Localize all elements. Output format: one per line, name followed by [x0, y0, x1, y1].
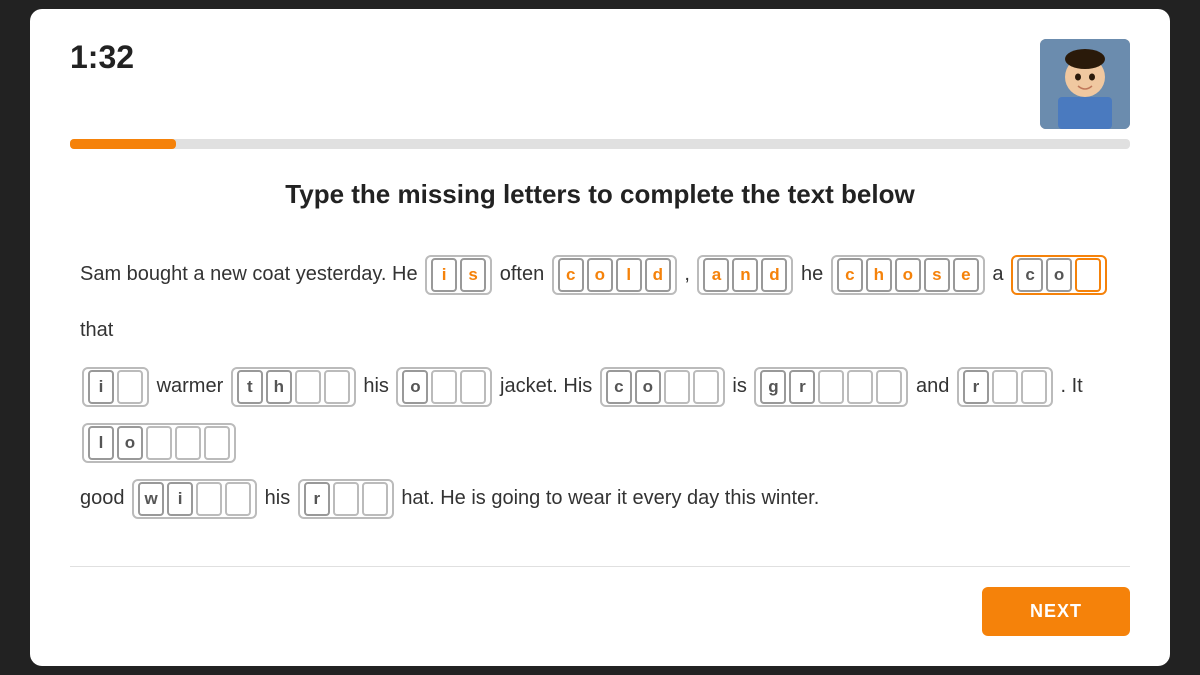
letter-h: h	[266, 370, 292, 404]
letter-i2: i	[88, 370, 114, 404]
letter-o3: o	[402, 370, 428, 404]
letter-t: t	[237, 370, 263, 404]
letter-l2: l	[88, 426, 114, 460]
timer-display: 1:32	[70, 39, 134, 76]
input-blank-15[interactable]	[175, 426, 201, 460]
letter-o2: o	[1046, 258, 1072, 292]
letter-ho: h	[866, 258, 892, 292]
letter-l: l	[616, 258, 642, 292]
letter-w: w	[138, 482, 164, 516]
letter-d: d	[645, 258, 671, 292]
letter-o5: o	[117, 426, 143, 460]
word-lo-blank: l o	[82, 423, 236, 463]
he-text: he	[801, 263, 829, 285]
letter-ch: c	[837, 258, 863, 292]
warmer-text: warmer	[157, 375, 229, 397]
letter-oo: o	[895, 258, 921, 292]
input-blank-8[interactable]	[693, 370, 719, 404]
input-blank-10[interactable]	[847, 370, 873, 404]
text-content: Sam bought a new coat yesterday. He i s …	[70, 246, 1130, 526]
input-blank-12[interactable]	[992, 370, 1018, 404]
word-r-blank: r	[957, 367, 1053, 407]
often-text: often	[500, 263, 550, 285]
letter-r3: r	[304, 482, 330, 516]
input-blank-13[interactable]	[1021, 370, 1047, 404]
letter-r: r	[789, 370, 815, 404]
his-text-1: his	[363, 375, 394, 397]
word-co-blank2: c o	[600, 367, 725, 407]
input-blank-4[interactable]	[324, 370, 350, 404]
letter-s: s	[460, 258, 486, 292]
main-card: 1:32 Type the missing letters to complet…	[30, 9, 1170, 666]
input-blank-5[interactable]	[431, 370, 457, 404]
input-blank-11[interactable]	[876, 370, 902, 404]
jacket-text: jacket. His	[500, 375, 598, 397]
word-o-blank: o	[396, 367, 492, 407]
line1-prefix: Sam bought a new coat yesterday. He	[80, 263, 423, 285]
letter-a: a	[703, 258, 729, 292]
input-blank-7[interactable]	[664, 370, 690, 404]
word-co-blank: c o	[1011, 255, 1107, 295]
input-blank-18[interactable]	[225, 482, 251, 516]
input-blank-17[interactable]	[196, 482, 222, 516]
and2-text: and	[916, 375, 955, 397]
bottom-row: NEXT	[70, 587, 1130, 636]
header-row: 1:32	[70, 39, 1130, 129]
divider	[70, 566, 1130, 567]
input-blank-2[interactable]	[117, 370, 143, 404]
input-blank-3[interactable]	[295, 370, 321, 404]
word-chose: c h o s e	[831, 255, 985, 295]
input-blank-14[interactable]	[146, 426, 172, 460]
it-text: . It	[1060, 375, 1082, 397]
input-blank-6[interactable]	[460, 370, 486, 404]
avatar	[1040, 39, 1130, 129]
letter-i3: i	[167, 482, 193, 516]
word-wi-blank: w i	[132, 479, 257, 519]
letter-c2: c	[1017, 258, 1043, 292]
progress-bar-fill	[70, 139, 176, 149]
good-text: good	[80, 487, 130, 509]
his-text-2: his	[265, 487, 296, 509]
instructions-text: Type the missing letters to complete the…	[70, 179, 1130, 210]
next-button[interactable]: NEXT	[982, 587, 1130, 636]
progress-bar-container	[70, 139, 1130, 149]
letter-i: i	[431, 258, 457, 292]
letter-c1: c	[558, 258, 584, 292]
that-text: that	[80, 319, 113, 341]
input-blank-9[interactable]	[818, 370, 844, 404]
input-blank-16[interactable]	[204, 426, 230, 460]
letter-r2: r	[963, 370, 989, 404]
comma-text: ,	[684, 263, 695, 285]
word-r2-blank: r	[298, 479, 394, 519]
input-blank-20[interactable]	[362, 482, 388, 516]
line3-suffix: hat. He is going to wear it every day th…	[401, 487, 819, 509]
letter-e: e	[953, 258, 979, 292]
input-blank-19[interactable]	[333, 482, 359, 516]
word-i-blank: i	[82, 367, 149, 407]
word-and: a n d	[697, 255, 793, 295]
letter-c3: c	[606, 370, 632, 404]
is-text: is	[732, 375, 752, 397]
word-cold: c o l d	[552, 255, 677, 295]
word-th-blank: t h	[231, 367, 356, 407]
letter-n: n	[732, 258, 758, 292]
letter-se: s	[924, 258, 950, 292]
letter-g: g	[760, 370, 786, 404]
a-text: a	[992, 263, 1009, 285]
word-is: i s	[425, 255, 492, 295]
word-gr-blank: g r	[754, 367, 908, 407]
letter-d2: d	[761, 258, 787, 292]
input-blank-1[interactable]	[1075, 258, 1101, 292]
letter-o4: o	[635, 370, 661, 404]
letter-o1: o	[587, 258, 613, 292]
